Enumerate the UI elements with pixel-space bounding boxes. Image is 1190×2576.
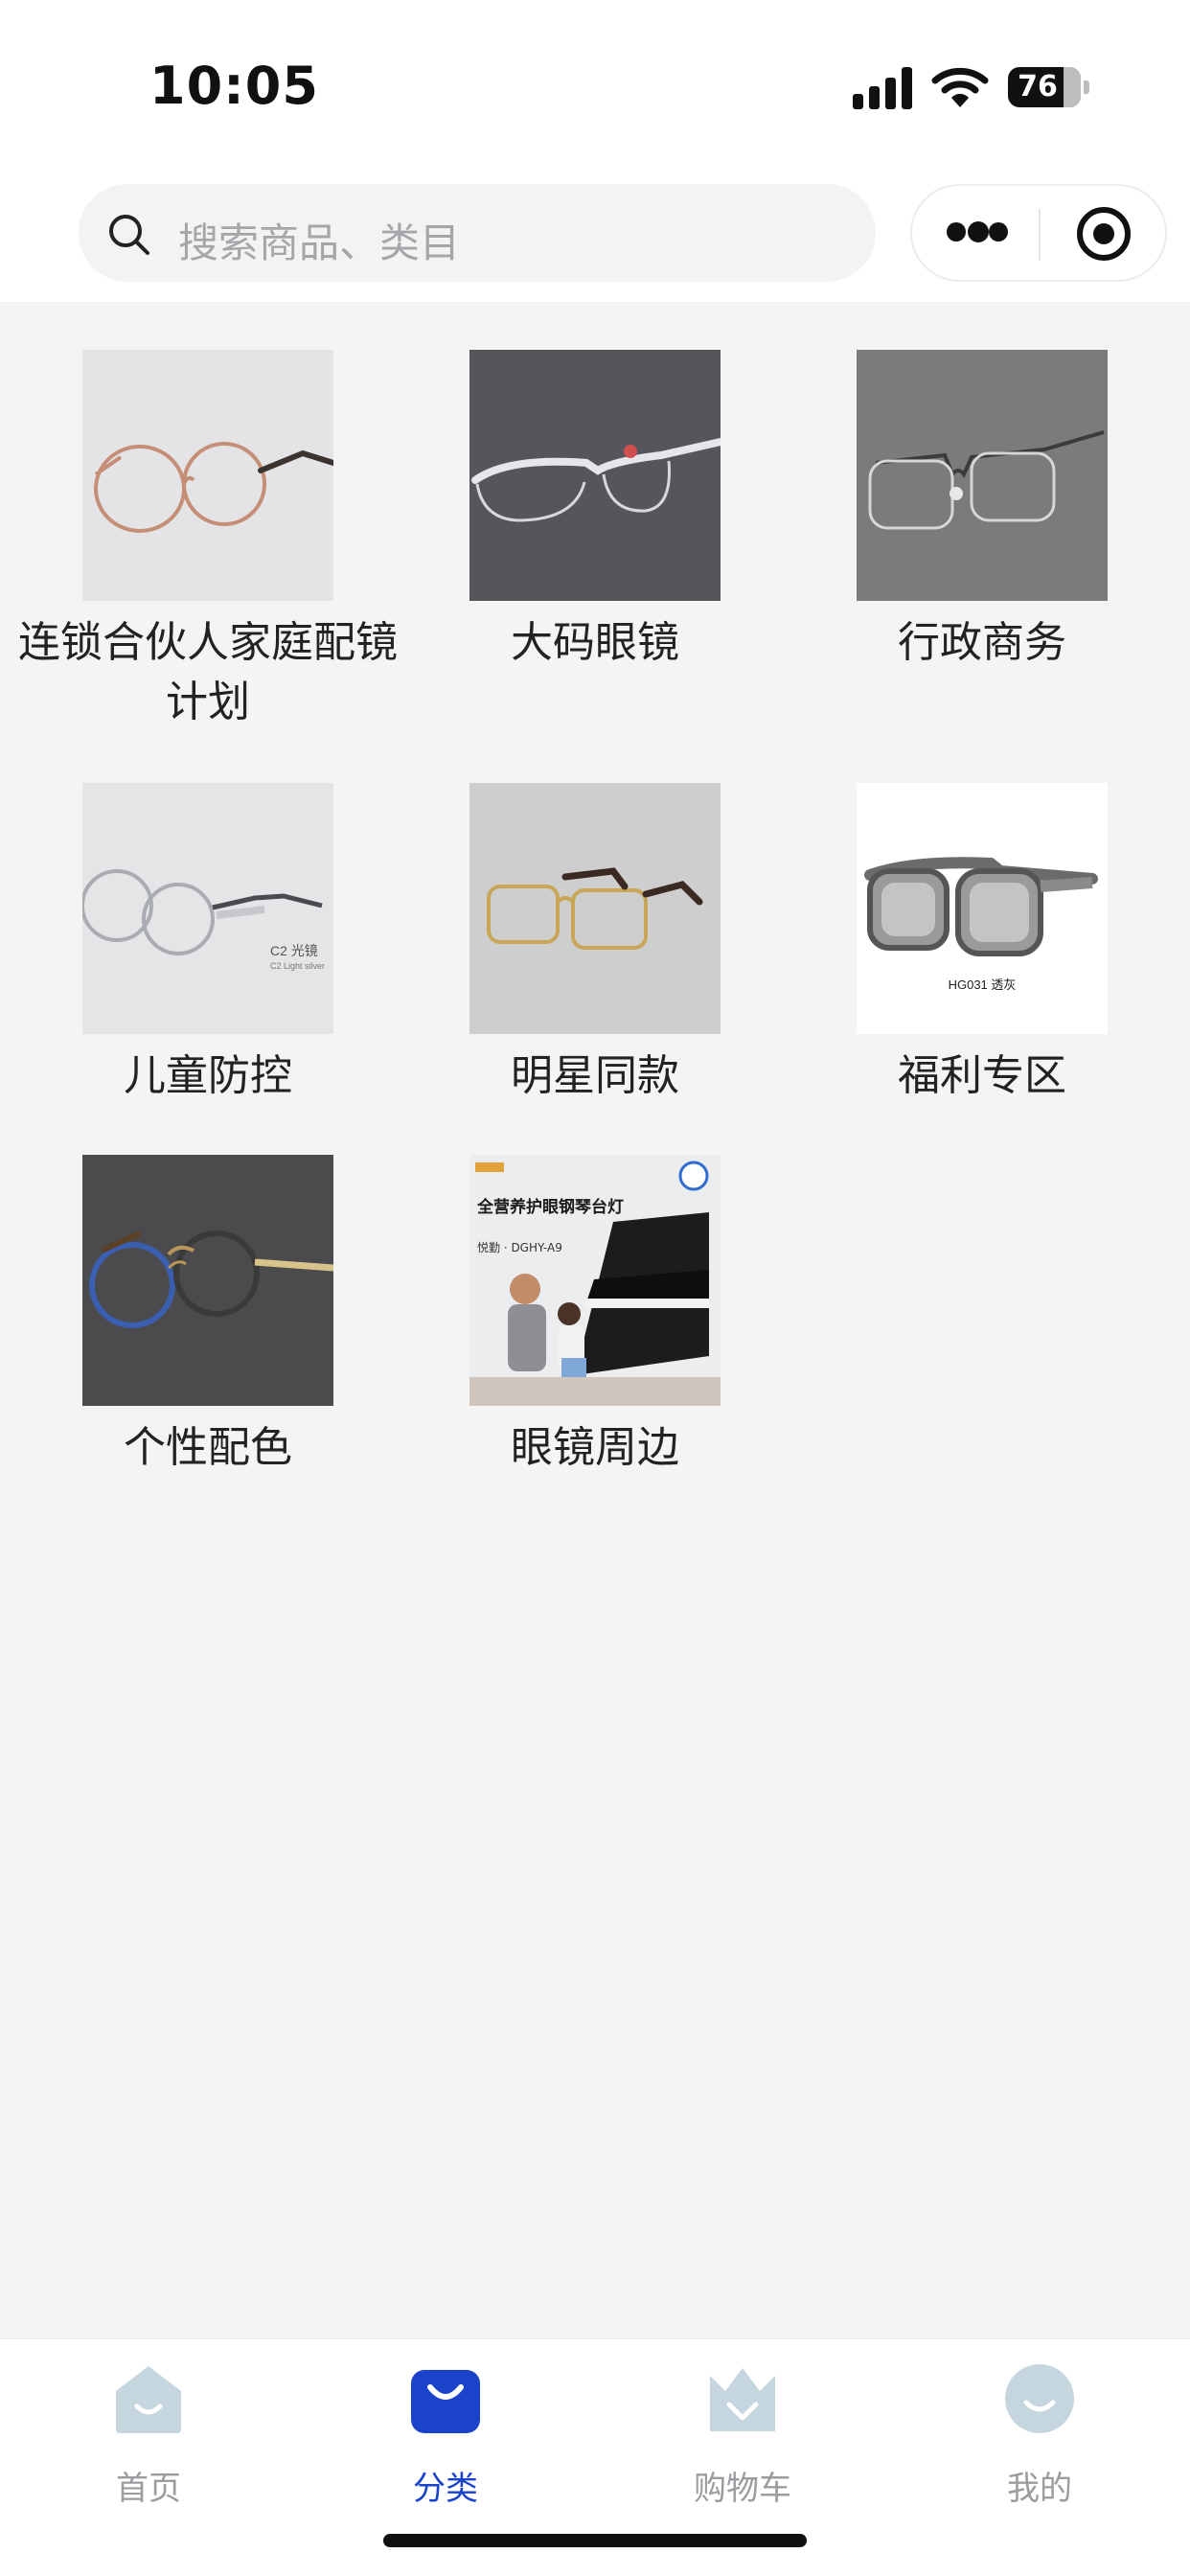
battery-cap: [1084, 80, 1089, 94]
home-indicator[interactable]: [383, 2534, 807, 2547]
home-icon: [116, 2366, 181, 2433]
category-item[interactable]: 大码眼镜: [397, 350, 793, 752]
tab-category[interactable]: 分类: [297, 2362, 594, 2508]
tab-label: 购物车: [694, 2470, 791, 2508]
capsule-divider: [1039, 209, 1041, 261]
status-time: 10:05: [149, 56, 319, 116]
lamp-ad-model: 悦勤 · DGHY-A9: [477, 1241, 562, 1254]
cellular-signal-icon: [853, 67, 914, 109]
category-image-gold-glasses: [469, 783, 721, 1034]
category-label: 儿童防控: [124, 1051, 292, 1100]
mini-program-capsule: [910, 184, 1167, 282]
category-item[interactable]: 个性配色: [10, 1155, 406, 1500]
category-label: 行政商务: [898, 618, 1066, 667]
category-item[interactable]: 行政商务: [784, 350, 1180, 752]
category-image-silver-glasses: [469, 350, 721, 601]
category-image-kids-glasses: C2 光镜 C2 Light silver: [82, 783, 333, 1034]
category-label: 大码眼镜: [511, 618, 679, 667]
tab-label: 分类: [413, 2470, 478, 2508]
category-label: 个性配色: [124, 1423, 292, 1472]
svg-text:C2 Light silver: C2 Light silver: [270, 961, 325, 971]
tab-home[interactable]: 首页: [0, 2362, 297, 2508]
category-item[interactable]: 全营养护眼钢琴台灯 悦勤 · DGHY-A9 眼镜周边: [397, 1155, 793, 1500]
category-item[interactable]: 连锁合伙人家庭配镜计划: [10, 350, 406, 752]
category-label: 眼镜周边: [511, 1423, 679, 1472]
category-item[interactable]: HG031 透灰 福利专区: [784, 783, 1180, 1128]
category-bag-icon: [411, 2370, 480, 2433]
wifi-icon: [931, 67, 989, 107]
category-label: 连锁合伙人家庭配镜计划: [18, 618, 398, 726]
svg-text:C2 光镜: C2 光镜: [270, 943, 318, 958]
search-header: 搜索商品、类目: [0, 172, 1190, 302]
category-item[interactable]: 明星同款: [397, 783, 793, 1128]
category-item[interactable]: C2 光镜 C2 Light silver 儿童防控: [10, 783, 406, 1128]
lamp-ad-title: 全营养护眼钢琴台灯: [477, 1198, 624, 1217]
tab-cart[interactable]: 购物车: [594, 2362, 891, 2508]
category-image-rose-gold-glasses: [82, 350, 333, 601]
cart-icon: [710, 2368, 775, 2431]
more-icon[interactable]: [947, 221, 1008, 245]
profile-icon: [1005, 2364, 1074, 2433]
category-label: 明星同款: [511, 1051, 679, 1100]
goggles-caption: HG031 透灰: [948, 978, 1017, 992]
tab-label: 我的: [1007, 2470, 1072, 2508]
battery-level: 76: [1018, 70, 1058, 104]
search-icon: [109, 215, 149, 255]
category-image-color-glasses: [82, 1155, 333, 1406]
battery-icon: 76: [1008, 67, 1081, 107]
search-input[interactable]: 搜索商品、类目: [79, 184, 876, 282]
close-mini-program-icon[interactable]: [1077, 207, 1131, 261]
tab-profile[interactable]: 我的: [891, 2362, 1188, 2508]
category-page: 10:05 76 搜索商品、类目 连锁合伙人家庭配镜计划 大码眼镜 行政商务 C…: [0, 0, 1190, 2576]
status-bar: 10:05 76: [0, 0, 1190, 172]
search-placeholder: 搜索商品、类目: [178, 219, 461, 266]
tab-label: 首页: [116, 2470, 181, 2508]
category-image-sports-goggles: [857, 783, 1108, 1034]
category-image-rimless-glasses: [857, 350, 1108, 601]
category-label: 福利专区: [898, 1051, 1066, 1100]
